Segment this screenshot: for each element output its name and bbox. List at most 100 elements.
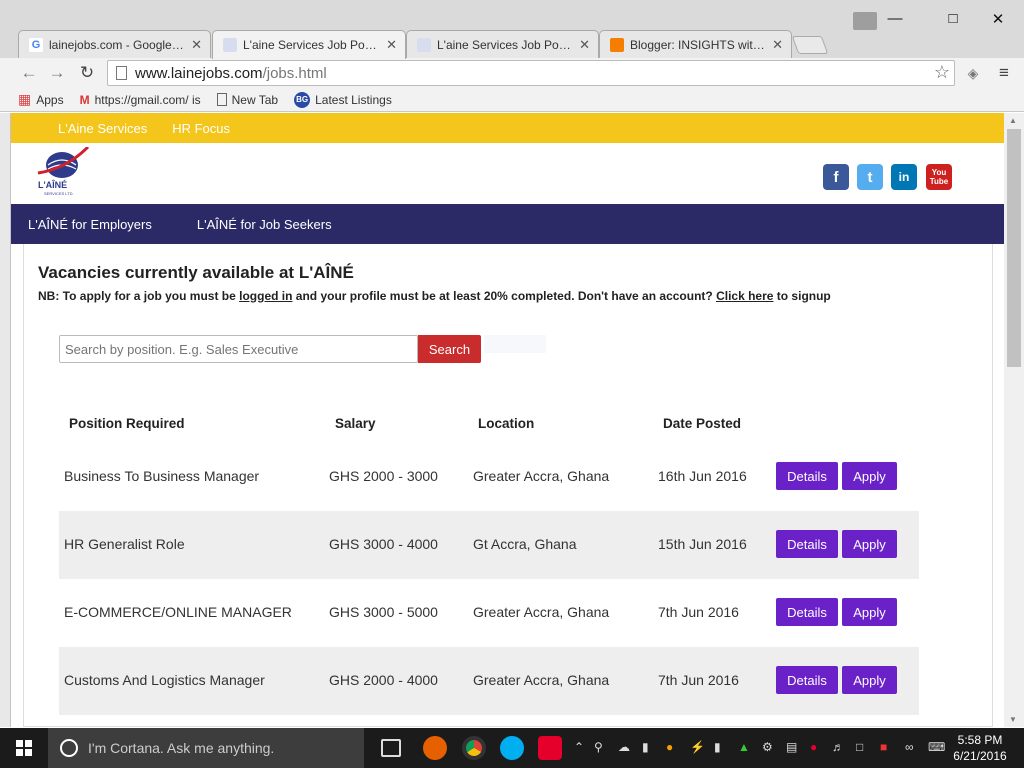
tab-laine-portal-active[interactable]: L'aine Services Job Portal ✕ bbox=[212, 30, 406, 59]
network-icon[interactable]: □ bbox=[856, 740, 863, 754]
bg-icon: BG bbox=[294, 91, 311, 108]
browser-tabstrip: — □ ✕ G lainejobs.com - Google Se ✕ L'ai… bbox=[0, 0, 1024, 59]
web-page: L'Aine Services HR Focus L'AÎNÉ SERVICES… bbox=[11, 113, 1004, 727]
skype-icon[interactable] bbox=[500, 736, 524, 760]
apply-button[interactable]: Apply bbox=[842, 666, 897, 694]
start-button[interactable] bbox=[0, 728, 48, 768]
search-icon[interactable]: ⚲ bbox=[594, 740, 603, 754]
tab-laine-portal[interactable]: L'aine Services Job Portal ✕ bbox=[406, 30, 599, 58]
tab-close-icon[interactable]: ✕ bbox=[386, 37, 397, 53]
tab-title: L'aine Services Job Portal bbox=[243, 38, 381, 52]
bookmark-label: https://gmail.com/ is bbox=[94, 92, 201, 107]
nav-for-job-seekers[interactable]: L'AÎNÉ for Job Seekers bbox=[197, 217, 332, 232]
scroll-down-arrow-icon[interactable]: ▼ bbox=[1009, 715, 1017, 724]
search-button[interactable]: Search bbox=[418, 335, 481, 363]
signup-notice: NB: To apply for a job you must be logge… bbox=[38, 289, 831, 303]
table-row: HR Generalist Role GHS 3000 - 4000 Gt Ac… bbox=[59, 511, 919, 579]
cell-position: Business To Business Manager bbox=[64, 468, 260, 484]
forward-arrow-icon[interactable]: → bbox=[46, 62, 68, 84]
bookmark-gmail[interactable]: M https://gmail.com/ is bbox=[80, 93, 201, 107]
twitter-icon[interactable]: t bbox=[857, 164, 883, 190]
page-scrollbar[interactable]: ▲ ▼ bbox=[1004, 113, 1024, 727]
cell-location: Greater Accra, Ghana bbox=[473, 672, 610, 688]
details-button[interactable]: Details bbox=[776, 598, 838, 626]
tab-google-search[interactable]: G lainejobs.com - Google Se ✕ bbox=[18, 30, 211, 58]
table-row: E-COMMERCE/ONLINE MANAGER GHS 3000 - 500… bbox=[59, 579, 919, 647]
gmail-icon: M bbox=[79, 92, 90, 107]
link-icon[interactable]: ∞ bbox=[905, 740, 914, 754]
minimize-button[interactable]: — bbox=[880, 10, 910, 27]
triangle-icon[interactable]: ▲ bbox=[738, 740, 750, 754]
nav-for-employers[interactable]: L'AÎNÉ for Employers bbox=[28, 217, 152, 232]
details-button[interactable]: Details bbox=[776, 666, 838, 694]
topbar-link-hr-focus[interactable]: HR Focus bbox=[172, 121, 230, 136]
keyboard-icon[interactable]: ⌨ bbox=[928, 740, 945, 754]
table-row: Customs And Logistics Manager GHS 2000 -… bbox=[59, 647, 919, 715]
facebook-icon[interactable]: f bbox=[823, 164, 849, 190]
scrollbar-thumb[interactable] bbox=[1007, 129, 1021, 367]
app-tray-icon[interactable]: ● bbox=[666, 740, 673, 754]
site-logo[interactable]: L'AÎNÉ SERVICES LTD. bbox=[36, 145, 96, 199]
power-icon[interactable]: ⚡ bbox=[690, 740, 705, 754]
table-header: Position Required Salary Location Date P… bbox=[59, 404, 919, 440]
logo-subtext: SERVICES LTD. bbox=[44, 191, 74, 196]
linkedin-icon[interactable]: in bbox=[891, 164, 917, 190]
airtel-icon[interactable] bbox=[538, 736, 562, 760]
logo-text: L'AÎNÉ bbox=[38, 180, 68, 190]
cell-date: 15th Jun 2016 bbox=[658, 536, 747, 552]
pdf-icon[interactable]: ■ bbox=[880, 740, 887, 754]
bookmarks-bar: ▦ Apps M https://gmail.com/ is New Tab B… bbox=[0, 88, 1024, 112]
address-bar[interactable]: www.lainejobs.com/jobs.html ☆ bbox=[107, 60, 955, 86]
apply-button[interactable]: Apply bbox=[842, 530, 897, 558]
click-here-signup-link[interactable]: Click here bbox=[716, 289, 773, 303]
apply-button[interactable]: Apply bbox=[842, 462, 897, 490]
tab-close-icon[interactable]: ✕ bbox=[579, 37, 590, 53]
extension-icon[interactable]: ◈ bbox=[962, 62, 984, 84]
back-arrow-icon[interactable]: ← bbox=[18, 62, 40, 84]
search-input[interactable] bbox=[59, 335, 418, 363]
cell-position: Customs And Logistics Manager bbox=[64, 672, 265, 688]
column-header-location: Location bbox=[478, 416, 535, 431]
tab-blogger[interactable]: Blogger: INSIGHTS with D ✕ bbox=[599, 30, 792, 58]
maximize-button[interactable]: □ bbox=[938, 10, 968, 27]
firefox-icon[interactable] bbox=[423, 736, 447, 760]
page-info-icon[interactable] bbox=[116, 66, 127, 80]
menu-icon[interactable]: ≡ bbox=[993, 62, 1015, 84]
details-button[interactable]: Details bbox=[776, 462, 838, 490]
apps-grid-icon: ▦ bbox=[18, 91, 32, 107]
url-host: www.lainejobs.com bbox=[135, 64, 263, 82]
tool-icon[interactable]: ⚙ bbox=[762, 740, 773, 754]
browser-toolbar: ← → ↻ www.lainejobs.com/jobs.html ☆ ◈ ≡ bbox=[0, 58, 1024, 88]
topbar-link-laine-services[interactable]: L'Aine Services bbox=[58, 121, 147, 136]
reload-icon[interactable]: ↻ bbox=[76, 62, 98, 84]
bookmark-latest-listings[interactable]: BG Latest Listings bbox=[294, 91, 392, 108]
tab-close-icon[interactable]: ✕ bbox=[772, 37, 783, 53]
bookmark-new-tab[interactable]: New Tab bbox=[216, 93, 278, 107]
url-path: /jobs.html bbox=[262, 64, 327, 82]
details-button[interactable]: Details bbox=[776, 530, 838, 558]
task-view-icon[interactable] bbox=[381, 739, 401, 757]
logged-in-link[interactable]: logged in bbox=[239, 289, 292, 303]
airtel-tray-icon[interactable]: ● bbox=[810, 740, 817, 754]
cell-location: Gt Accra, Ghana bbox=[473, 536, 577, 552]
bookmark-apps[interactable]: ▦ Apps bbox=[18, 91, 64, 108]
scroll-up-arrow-icon[interactable]: ▲ bbox=[1009, 116, 1017, 125]
new-tab-button[interactable] bbox=[791, 36, 829, 54]
tab-close-icon[interactable]: ✕ bbox=[191, 37, 202, 53]
youtube-icon[interactable]: You Tube bbox=[926, 164, 952, 190]
main-navigation: L'AÎNÉ for Employers L'AÎNÉ for Job Seek… bbox=[11, 204, 1004, 244]
chrome-icon[interactable] bbox=[462, 736, 486, 760]
profile-icon[interactable] bbox=[853, 12, 877, 30]
apply-button[interactable]: Apply bbox=[842, 598, 897, 626]
app-icon[interactable]: ▤ bbox=[786, 740, 797, 754]
cortana-search-box[interactable]: I'm Cortana. Ask me anything. bbox=[48, 728, 364, 768]
cell-salary: GHS 3000 - 4000 bbox=[329, 536, 438, 552]
cloud-icon[interactable]: ☁ bbox=[618, 740, 630, 754]
close-window-button[interactable]: ✕ bbox=[983, 10, 1013, 28]
cell-date: 7th Jun 2016 bbox=[658, 604, 739, 620]
taskbar-clock[interactable]: 5:58 PM 6/21/2016 bbox=[945, 732, 1015, 764]
tray-expand-icon[interactable]: ⌃ bbox=[574, 740, 584, 754]
volume-icon[interactable]: ♬ bbox=[832, 740, 844, 754]
bookmark-star-icon[interactable]: ☆ bbox=[934, 62, 950, 83]
tab-title: lainejobs.com - Google Se bbox=[49, 37, 186, 52]
